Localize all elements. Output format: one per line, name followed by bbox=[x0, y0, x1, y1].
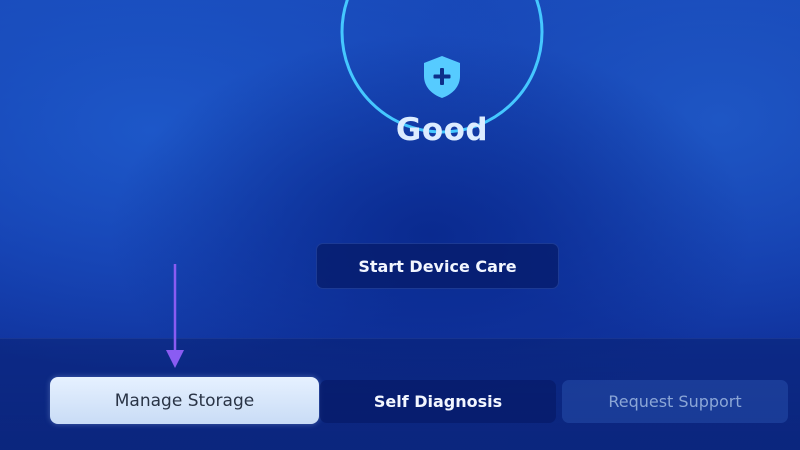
device-care-screen: Good Start Device Care Manage Storage Se… bbox=[0, 0, 800, 450]
self-diagnosis-button[interactable]: Self Diagnosis bbox=[320, 380, 556, 423]
device-status-text: Good bbox=[395, 112, 489, 148]
shield-plus-icon bbox=[424, 56, 460, 98]
request-support-button[interactable]: Request Support bbox=[562, 380, 788, 423]
manage-storage-button[interactable]: Manage Storage bbox=[50, 377, 319, 424]
arrow-down-icon bbox=[166, 264, 184, 368]
start-device-care-button[interactable]: Start Device Care bbox=[316, 243, 559, 289]
